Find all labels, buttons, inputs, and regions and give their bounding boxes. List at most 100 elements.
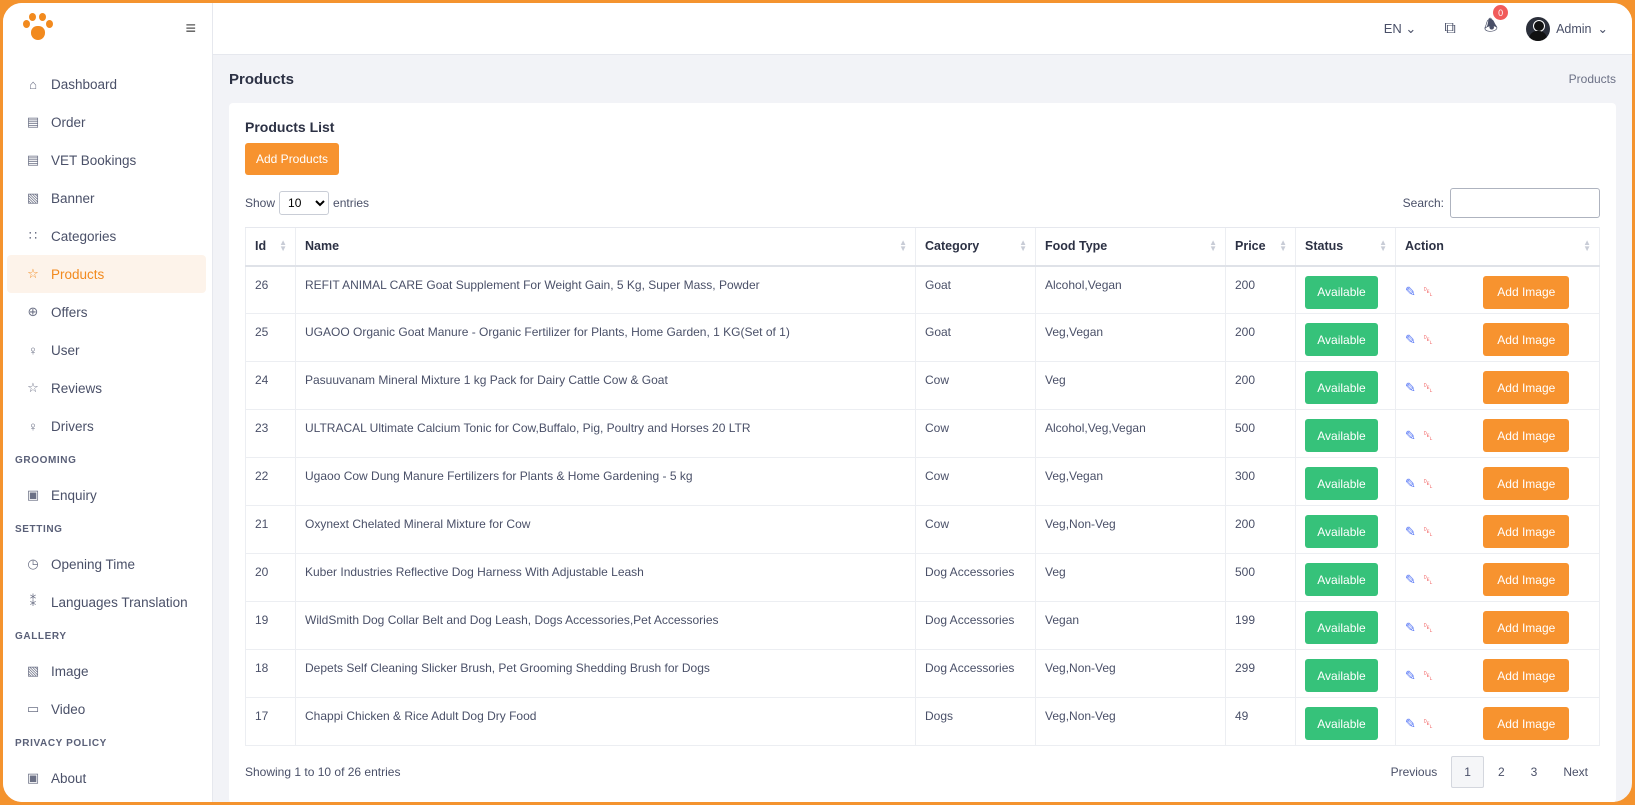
edit-icon[interactable]: ✎ — [1405, 620, 1416, 636]
edit-icon[interactable]: ✎ — [1405, 476, 1416, 492]
status-button[interactable]: Available — [1305, 275, 1378, 309]
paw-logo-icon[interactable] — [19, 10, 55, 46]
sidebar-item-label: Offers — [51, 304, 88, 320]
cell-food-type: Veg,Vegan — [1035, 313, 1226, 362]
action-icons: ✎ ␡ — [1405, 332, 1433, 348]
cell-action: ✎ ␡ Add Image — [1395, 505, 1600, 554]
sidebar: ≡ ⌂ Dashboard ▤ Order ▤ VET Bookings ▧ Banner ∷ C… — [3, 3, 213, 802]
edit-icon[interactable]: ✎ — [1405, 668, 1416, 684]
status-button[interactable]: Available — [1305, 611, 1378, 644]
menu-toggle-icon[interactable]: ≡ — [185, 19, 196, 37]
cell-status: Available — [1295, 361, 1396, 410]
table-row: 20 Kuber Industries Reflective Dog Harnes… — [245, 553, 1600, 602]
breadcrumb[interactable]: Products — [1569, 72, 1616, 86]
column-header-action[interactable]: Action ▲ ▼ — [1395, 227, 1600, 267]
sidebar-item-drivers[interactable]: ♀ Drivers — [7, 407, 206, 445]
trash-icon[interactable]: ␡ — [1423, 284, 1433, 300]
sidebar-item-order[interactable]: ▤ Order — [7, 103, 206, 141]
trash-icon[interactable]: ␡ — [1423, 572, 1433, 588]
add-image-button[interactable]: Add Image — [1483, 659, 1570, 692]
add-image-button[interactable]: Add Image — [1483, 323, 1570, 356]
user-menu[interactable]: Admin ⌄ — [1526, 16, 1608, 41]
sidebar-item-video[interactable]: ▭ Video — [7, 690, 206, 728]
trash-icon[interactable]: ␡ — [1423, 620, 1433, 636]
page-button-2[interactable]: 2 — [1486, 757, 1517, 787]
sidebar-item-dashboard[interactable]: ⌂ Dashboard — [7, 65, 206, 103]
trash-icon[interactable]: ␡ — [1423, 428, 1433, 444]
show-label: Show — [245, 196, 276, 210]
cell-price: 49 — [1225, 697, 1296, 746]
trash-icon[interactable]: ␡ — [1423, 476, 1433, 492]
sidebar-item-products[interactable]: ☆ Products — [7, 255, 206, 293]
edit-icon[interactable]: ✎ — [1405, 428, 1416, 444]
add-image-button[interactable]: Add Image — [1483, 707, 1570, 740]
sidebar-item-user[interactable]: ♀ User — [7, 331, 206, 369]
status-button[interactable]: Available — [1305, 515, 1378, 548]
file-icon: ▣ — [26, 770, 40, 785]
add-image-button[interactable]: Add Image — [1483, 371, 1570, 404]
column-header-status[interactable]: Status ▲ ▼ — [1295, 227, 1396, 267]
sidebar-item-vet-bookings[interactable]: ▤ VET Bookings — [7, 141, 206, 179]
cell-food-type: Vegan — [1035, 601, 1226, 650]
page-size-select[interactable]: 10 — [279, 191, 330, 215]
column-header-name[interactable]: Name ▲ ▼ — [295, 227, 916, 267]
cell-action: ✎ ␡ Add Image — [1395, 361, 1600, 410]
edit-icon[interactable]: ✎ — [1405, 332, 1416, 348]
page-button-3[interactable]: 3 — [1519, 757, 1550, 787]
trash-icon[interactable]: ␡ — [1423, 380, 1433, 396]
status-button[interactable]: Available — [1305, 563, 1378, 596]
add-products-button[interactable]: Add Products — [245, 143, 340, 175]
sidebar-item-offers[interactable]: ⊕ Offers — [7, 293, 206, 331]
next-page-button[interactable]: Next — [1551, 757, 1600, 787]
edit-icon[interactable]: ✎ — [1405, 572, 1416, 588]
column-header-food-type[interactable]: Food Type ▲ ▼ — [1035, 227, 1226, 267]
language-selector[interactable]: EN ⌄ — [1384, 21, 1417, 37]
edit-icon[interactable]: ✎ — [1405, 284, 1416, 300]
bell-icon[interactable]: 🕭 0 — [1484, 5, 1509, 42]
action-icons: ✎ ␡ — [1405, 668, 1433, 684]
table-controls: Show 10 entries Search: — [245, 187, 1600, 219]
column-header-id[interactable]: Id ▲ ▼ — [245, 227, 296, 267]
sidebar-item-image[interactable]: ▧ Image — [7, 652, 206, 690]
page-button-1[interactable]: 1 — [1451, 756, 1484, 788]
sidebar-item-enquiry[interactable]: ▣ Enquiry — [7, 476, 206, 514]
add-image-button[interactable]: Add Image — [1483, 275, 1570, 309]
edit-icon[interactable]: ✎ — [1405, 716, 1416, 732]
previous-page-button[interactable]: Previous — [1379, 757, 1450, 787]
chevron-down-icon: ⌄ — [1597, 22, 1608, 36]
cell-status: Available — [1295, 553, 1396, 602]
sidebar-item-banner[interactable]: ▧ Banner — [7, 179, 206, 217]
status-button[interactable]: Available — [1305, 659, 1378, 692]
trash-icon[interactable]: ␡ — [1423, 332, 1433, 348]
sidebar-item-categories[interactable]: ∷ Categories — [7, 217, 206, 255]
trash-icon[interactable]: ␡ — [1423, 716, 1433, 732]
trash-icon[interactable]: ␡ — [1423, 668, 1433, 684]
main-content: Products Products Products List Add Prod… — [213, 55, 1632, 802]
table-row: 19 WildSmith Dog Collar Belt and Dog Leas… — [245, 601, 1600, 650]
fullscreen-icon[interactable]: ⧉ — [1444, 20, 1455, 38]
cell-price: 299 — [1225, 649, 1296, 698]
status-button[interactable]: Available — [1305, 323, 1378, 356]
cell-name: Ugaoo Cow Dung Manure Fertilizers for Pl… — [295, 457, 916, 506]
add-image-button[interactable]: Add Image — [1483, 515, 1570, 548]
add-image-button[interactable]: Add Image — [1483, 467, 1570, 500]
status-button[interactable]: Available — [1305, 419, 1378, 452]
cell-category: Cow — [915, 409, 1036, 458]
sidebar-item-about[interactable]: ▣ About — [7, 759, 206, 797]
add-image-button[interactable]: Add Image — [1483, 611, 1570, 644]
column-header-category[interactable]: Category ▲ ▼ — [915, 227, 1036, 267]
status-button[interactable]: Available — [1305, 371, 1378, 404]
column-header-price[interactable]: Price ▲ ▼ — [1225, 227, 1296, 267]
status-button[interactable]: Available — [1305, 707, 1378, 740]
sidebar-item-languages-translation[interactable]: ⁑ Languages Translation — [7, 583, 206, 621]
edit-icon[interactable]: ✎ — [1405, 380, 1416, 396]
edit-icon[interactable]: ✎ — [1405, 524, 1416, 540]
sidebar-item-opening-time[interactable]: ◷ Opening Time — [7, 545, 206, 583]
search-input[interactable] — [1450, 188, 1600, 218]
sidebar-item-reviews[interactable]: ☆ Reviews — [7, 369, 206, 407]
add-image-button[interactable]: Add Image — [1483, 563, 1570, 596]
trash-icon[interactable]: ␡ — [1423, 524, 1433, 540]
add-image-button[interactable]: Add Image — [1483, 419, 1570, 452]
status-button[interactable]: Available — [1305, 467, 1378, 500]
cell-id: 21 — [245, 505, 296, 554]
